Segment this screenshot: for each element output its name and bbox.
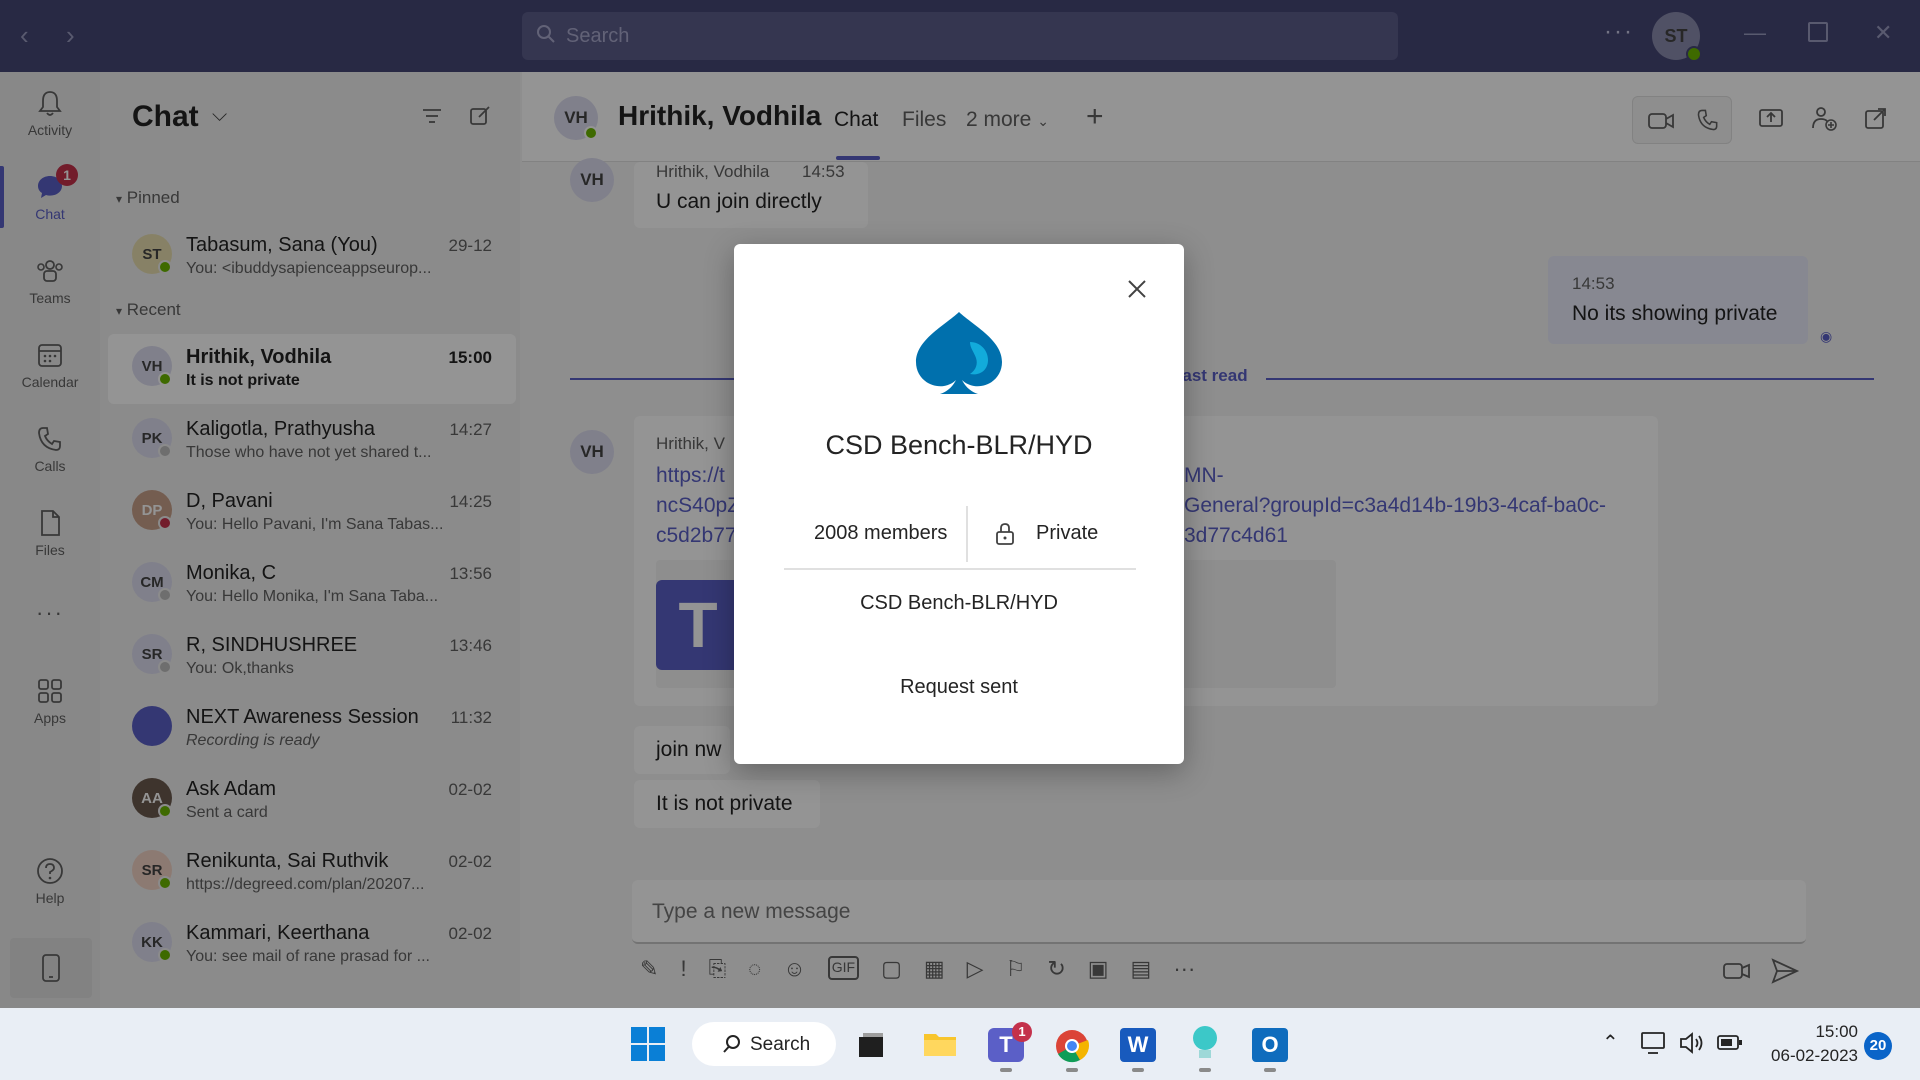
chevron-up-icon[interactable]: ⌃ xyxy=(1602,1030,1619,1055)
team-member-count: 2008 members xyxy=(814,522,948,544)
taskbar-time[interactable]: 15:00 xyxy=(1762,1022,1858,1042)
search-icon xyxy=(723,1035,740,1053)
teams-taskbar-badge: 1 xyxy=(1012,1022,1032,1042)
running-indicator xyxy=(1000,1068,1012,1072)
taskbar-search[interactable]: Search xyxy=(692,1022,836,1066)
running-indicator xyxy=(1132,1068,1144,1072)
running-indicator xyxy=(1264,1068,1276,1072)
windows-start-icon[interactable] xyxy=(630,1026,666,1062)
divider xyxy=(784,568,1136,570)
team-info-dialog: CSD Bench-BLR/HYD 2008 members Private C… xyxy=(734,244,1184,764)
volume-icon[interactable] xyxy=(1678,1030,1706,1056)
lock-icon xyxy=(996,523,1014,545)
close-icon[interactable] xyxy=(1126,278,1148,300)
team-description: CSD Bench-BLR/HYD xyxy=(860,592,1058,614)
running-indicator xyxy=(1066,1068,1078,1072)
team-logo-icon xyxy=(916,312,1002,394)
battery-icon[interactable] xyxy=(1716,1032,1744,1054)
running-indicator xyxy=(1199,1068,1211,1072)
file-explorer-icon[interactable] xyxy=(922,1028,958,1060)
taskbar-search-label: Search xyxy=(750,1034,811,1055)
join-request-status: Request sent xyxy=(900,676,1018,698)
app-icon[interactable] xyxy=(1188,1024,1222,1064)
team-privacy: Private xyxy=(1036,522,1099,544)
team-name: CSD Bench-BLR/HYD xyxy=(825,430,1093,460)
task-view-icon[interactable] xyxy=(856,1030,886,1060)
divider xyxy=(966,506,968,562)
taskbar-date[interactable]: 06-02-2023 xyxy=(1762,1046,1858,1066)
network-icon[interactable] xyxy=(1640,1030,1668,1056)
chrome-icon[interactable] xyxy=(1054,1028,1090,1064)
word-icon[interactable]: W xyxy=(1120,1028,1156,1062)
outlook-icon[interactable]: O xyxy=(1252,1028,1288,1062)
windows-taskbar xyxy=(0,1008,1920,1080)
notification-count-badge[interactable]: 20 xyxy=(1864,1032,1892,1060)
